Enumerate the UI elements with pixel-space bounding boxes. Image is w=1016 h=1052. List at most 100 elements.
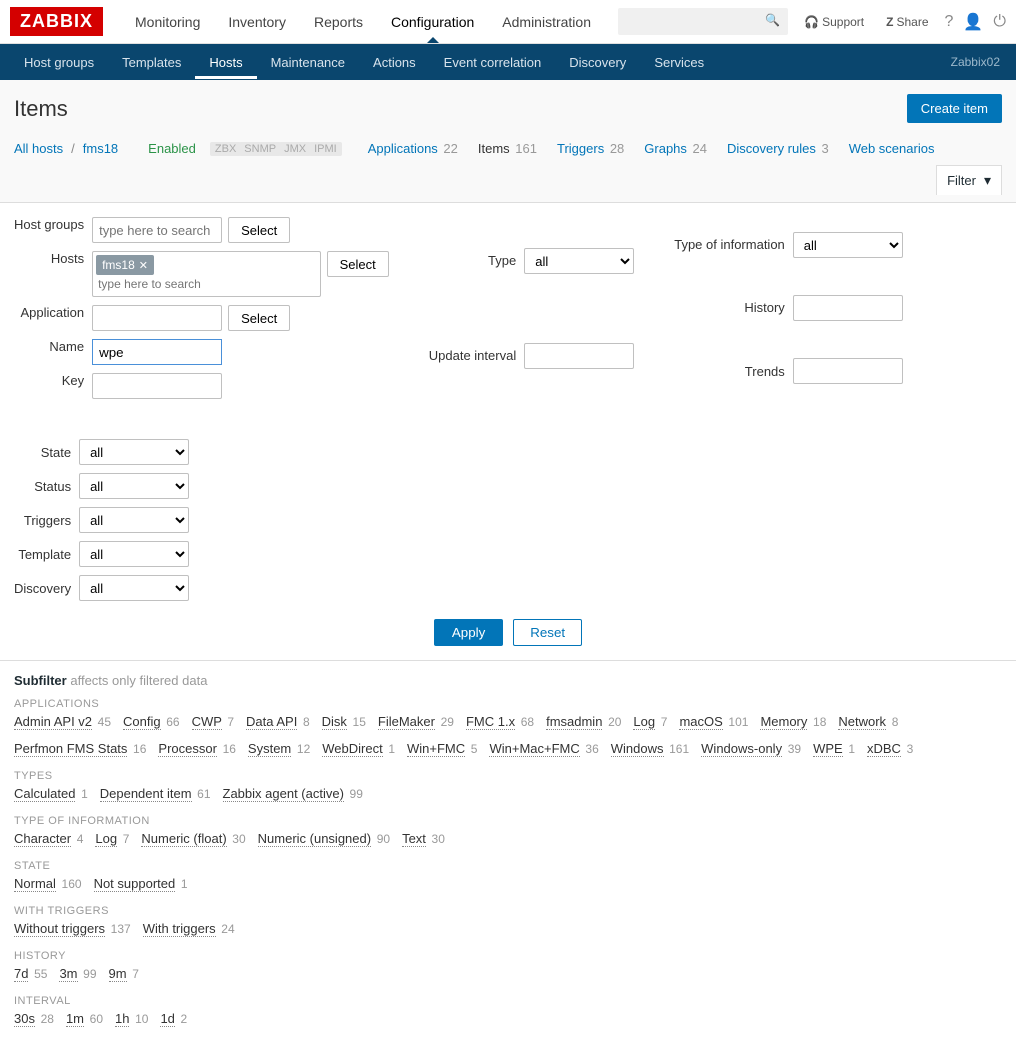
subfilter-item[interactable]: Numeric (unsigned) 90 [258,831,390,846]
subfilter-item[interactable]: Windows-only 39 [701,741,801,756]
subnav-maintenance[interactable]: Maintenance [257,46,359,79]
tab-discovery-rules[interactable]: Discovery rules 3 [727,141,829,156]
tab-applications[interactable]: Applications 22 [368,141,458,156]
tab-triggers[interactable]: Triggers 28 [557,141,624,156]
subfilter-item[interactable]: Admin API v2 45 [14,714,111,729]
subfilter-item[interactable]: Normal 160 [14,876,82,891]
subfilter-item[interactable]: 1m 60 [66,1011,103,1026]
hosts-input-box[interactable]: fms18✕ [92,251,321,297]
subnav-discovery[interactable]: Discovery [555,46,640,79]
subnav-actions[interactable]: Actions [359,46,430,79]
tab-items[interactable]: Items 161 [478,141,537,156]
subfilter-title: Subfilter affects only filtered data [14,673,1002,688]
subfilter-item[interactable]: Config 66 [123,714,180,729]
server-name: Zabbix02 [951,55,1006,69]
subnav-services[interactable]: Services [640,46,718,79]
triggers-select[interactable]: all [79,507,189,533]
all-hosts-link[interactable]: All hosts [14,141,63,156]
subfilter-group: INTERVAL30s 281m 601h 101d 2 [14,995,1002,1026]
subfilter-item[interactable]: Numeric (float) 30 [141,831,245,846]
host-link[interactable]: fms18 [83,141,118,156]
hosts-input[interactable] [96,275,317,293]
application-input[interactable] [92,305,222,331]
interface-pill-snmp: SNMP [239,142,281,156]
subfilter-item[interactable]: 1h 10 [115,1011,148,1026]
subfilter-item[interactable]: WPE 1 [813,741,855,756]
subfilter-item[interactable]: macOS 101 [679,714,748,729]
share-link[interactable]: Z Share [880,12,934,32]
subfilter-item[interactable]: With triggers 24 [143,921,235,936]
hosts-select-button[interactable]: Select [327,251,389,277]
subfilter-item[interactable]: Windows 161 [611,741,689,756]
name-input[interactable] [92,339,222,365]
subfilter-item[interactable]: 9m 7 [109,966,139,981]
subfilter-item[interactable]: Memory 18 [760,714,826,729]
support-link[interactable]: 🎧 Support [798,12,870,32]
label-status: Status [14,479,71,494]
status-select[interactable]: all [79,473,189,499]
subfilter-item[interactable]: 7d 55 [14,966,47,981]
label-type-info: Type of information [674,237,785,252]
subnav-event-correlation[interactable]: Event correlation [430,46,556,79]
subnav-host-groups[interactable]: Host groups [10,46,108,79]
subfilter-item[interactable]: 30s 28 [14,1011,54,1026]
chip-remove-icon[interactable]: ✕ [139,259,148,272]
subnav-hosts[interactable]: Hosts [195,46,256,79]
search-input[interactable] [618,8,788,35]
state-select[interactable]: all [79,439,189,465]
subfilter-item[interactable]: Zabbix agent (active) 99 [223,786,363,801]
subfilter-item[interactable]: Character 4 [14,831,83,846]
topnav-monitoring[interactable]: Monitoring [121,2,214,42]
subfilter-item[interactable]: Network 8 [838,714,898,729]
host-groups-input[interactable] [92,217,222,243]
subfilter-item[interactable]: WebDirect 1 [322,741,395,756]
subfilter-item[interactable]: CWP 7 [192,714,234,729]
create-item-button[interactable]: Create item [907,94,1002,123]
update-interval-input[interactable] [524,343,634,369]
user-icon[interactable]: 👤 [963,12,983,32]
subfilter-item[interactable]: Without triggers 137 [14,921,131,936]
subfilter-item[interactable]: FileMaker 29 [378,714,454,729]
template-select[interactable]: all [79,541,189,567]
subfilter-item[interactable]: FMC 1.x 68 [466,714,534,729]
subfilter-item[interactable]: 3m 99 [59,966,96,981]
apply-button[interactable]: Apply [434,619,503,646]
subfilter-item[interactable]: Calculated 1 [14,786,88,801]
filter-tab[interactable]: Filter ▾ [936,165,1002,195]
application-select-button[interactable]: Select [228,305,290,331]
host-chip[interactable]: fms18✕ [96,255,154,275]
topnav-configuration[interactable]: Configuration [377,2,488,42]
host-groups-select-button[interactable]: Select [228,217,290,243]
history-input[interactable] [793,295,903,321]
discovery-select[interactable]: all [79,575,189,601]
tab-web-scenarios[interactable]: Web scenarios [849,141,935,156]
subfilter-item[interactable]: Disk 15 [322,714,366,729]
subnav-templates[interactable]: Templates [108,46,195,79]
key-input[interactable] [92,373,222,399]
subfilter-item[interactable]: xDBC 3 [867,741,913,756]
tab-graphs[interactable]: Graphs 24 [644,141,707,156]
subfilter-item[interactable]: fmsadmin 20 [546,714,621,729]
help-icon[interactable]: ? [945,13,954,31]
topnav-administration[interactable]: Administration [488,2,605,42]
power-icon[interactable]: ⏻ [993,13,1006,31]
topnav-inventory[interactable]: Inventory [214,2,300,42]
search-icon[interactable]: 🔍 [765,13,780,27]
reset-button[interactable]: Reset [513,619,582,646]
subfilter-item[interactable]: Processor 16 [158,741,236,756]
subfilter-item[interactable]: Log 7 [633,714,667,729]
trends-input[interactable] [793,358,903,384]
subfilter-item[interactable]: Not supported 1 [94,876,188,891]
subfilter-item[interactable]: Log 7 [95,831,129,846]
subfilter-item[interactable]: Perfmon FMS Stats 16 [14,741,146,756]
subfilter-item[interactable]: Dependent item 61 [100,786,211,801]
subfilter-item[interactable]: System 12 [248,741,310,756]
subfilter-item[interactable]: Win+Mac+FMC 36 [489,741,598,756]
subfilter-item[interactable]: 1d 2 [160,1011,187,1026]
type-info-select[interactable]: all [793,232,903,258]
subfilter-item[interactable]: Win+FMC 5 [407,741,477,756]
subfilter-item[interactable]: Text 30 [402,831,445,846]
subfilter-item[interactable]: Data API 8 [246,714,310,729]
type-select[interactable]: all [524,248,634,274]
topnav-reports[interactable]: Reports [300,2,377,42]
